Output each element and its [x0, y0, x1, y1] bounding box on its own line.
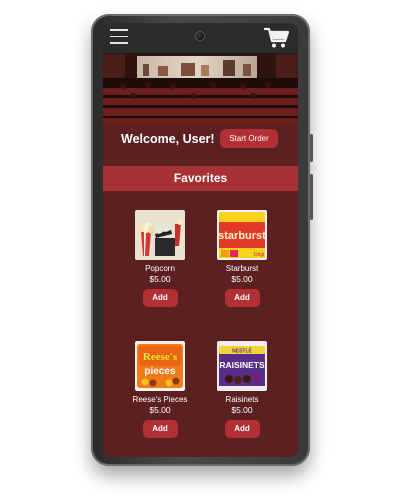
starburst-logo: starburst [218, 230, 266, 242]
favorites-grid: Popcorn $5.00 Add starburst Origi Starbu… [103, 191, 298, 457]
product-name: Popcorn [145, 264, 175, 273]
product-card-starburst: starburst Origi Starburst $5.00 Add [202, 210, 282, 307]
power-button [310, 174, 313, 220]
phone-frame: Welcome, User! Start Order Favorites Pop… [91, 14, 313, 466]
favorites-header: Favorites [103, 166, 298, 191]
welcome-section: Welcome, User! Start Order [103, 124, 298, 158]
add-button[interactable]: Add [142, 289, 178, 307]
raisinets-logo: RAISINETS [219, 360, 265, 370]
product-name: Raisinets [225, 395, 259, 404]
welcome-text: Welcome, User! [121, 132, 215, 146]
product-price: $5.00 [149, 405, 171, 415]
popcorn-image [135, 210, 185, 260]
starburst-tag: Origi [254, 252, 265, 258]
product-card-raisinets: NESTLÉ RAISINETS Raisinets $5.00 Add [202, 341, 282, 438]
reeses-logo-line-2: pieces [144, 366, 176, 377]
product-price: $5.00 [231, 274, 253, 284]
start-order-button[interactable]: Start Order [220, 129, 278, 148]
app-screen: Welcome, User! Start Order Favorites Pop… [103, 23, 298, 457]
add-button[interactable]: Add [224, 420, 260, 438]
theater-illustration [103, 54, 298, 124]
starburst-image: starburst Origi [217, 210, 267, 260]
reeses-pieces-image: Reese's pieces [135, 341, 185, 391]
shopping-cart-icon[interactable] [264, 27, 290, 49]
add-button[interactable]: Add [224, 289, 260, 307]
product-card-popcorn: Popcorn $5.00 Add [120, 210, 200, 307]
add-button[interactable]: Add [142, 420, 178, 438]
hamburger-menu-icon[interactable] [110, 29, 128, 45]
volume-button [310, 134, 313, 162]
product-price: $5.00 [231, 405, 253, 415]
product-name: Reese's Pieces [132, 395, 188, 404]
product-name: Starburst [225, 264, 259, 273]
top-bar [103, 23, 298, 54]
front-camera [195, 31, 205, 41]
raisinets-brand: NESTLÉ [232, 347, 252, 355]
product-price: $5.00 [149, 274, 171, 284]
raisinets-image: NESTLÉ RAISINETS [217, 341, 267, 391]
product-card-reeses-pieces: Reese's pieces Reese's Pieces $5.00 Add [120, 341, 200, 438]
theater-banner-image [103, 54, 298, 124]
reeses-logo-line-1: Reese's [143, 351, 178, 363]
